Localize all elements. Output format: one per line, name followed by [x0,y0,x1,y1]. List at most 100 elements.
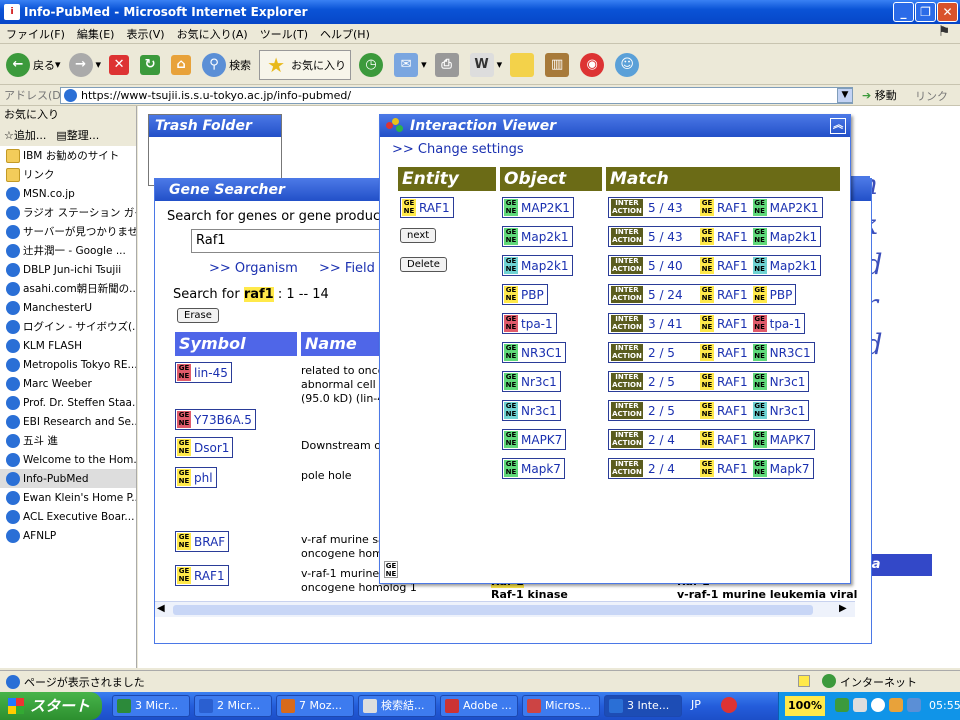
taskbar-task[interactable]: Adobe ... [440,695,518,717]
language-indicator[interactable]: JP [691,698,701,711]
menu-help[interactable]: ヘルプ(H) [314,26,376,42]
erase-button[interactable]: Erase [177,308,219,323]
messenger-button[interactable]: ◉ [580,52,607,77]
refresh-button[interactable]: ↻ [140,54,163,75]
note-button[interactable] [510,52,537,77]
favorite-item[interactable]: 辻井潤一 - Google ... [0,241,136,260]
forward-button[interactable]: → ▾ [68,52,101,77]
tray-icon[interactable] [871,698,885,712]
home-button[interactable]: ⌂ [171,54,194,75]
favorite-item[interactable]: Prof. Dr. Steffen Staa... [0,393,136,412]
scroll-right-icon[interactable]: ▶ [839,603,847,614]
favorite-item[interactable]: リンク [0,165,136,184]
back-button[interactable]: ← 戻る ▾ [6,52,61,77]
favorite-item[interactable]: DBLP Jun-ichi Tsujii [0,260,136,279]
close-button[interactable]: ✕ [937,2,958,22]
menu-edit[interactable]: 編集(E) [71,26,121,42]
gene-symbol-tag[interactable]: GE NE Y73B6A.5 [175,409,256,430]
tray-icon[interactable] [907,698,921,712]
favorite-item[interactable]: MSN.co.jp [0,184,136,203]
entity-gene-tag[interactable]: GE NE RAF1 [400,197,454,218]
address-input[interactable]: https://www-tsujii.is.s.u-tokyo.ac.jp/in… [60,87,853,104]
favorite-item[interactable]: Ewan Klein's Home P... [0,488,136,507]
ime-icon[interactable] [721,697,737,713]
object-gene-tag[interactable]: GE NE Map2k1 [502,255,573,276]
vertical-scrollbar[interactable] [834,145,848,555]
tray-icon[interactable] [889,698,903,712]
tray-icon[interactable] [835,698,849,712]
match-entry[interactable]: INTER ACTION 5 / 43 GE NE RAF1 GE NE MAP2K1 [608,197,823,218]
address-dropdown-icon[interactable]: ▼ [837,88,853,103]
gene-search-input[interactable]: Raf1 [191,229,391,253]
links-button[interactable]: リンク [915,88,948,104]
menu-file[interactable]: ファイル(F) [0,26,71,42]
minimize-button[interactable]: _ [893,2,914,22]
horizontal-scrollbar[interactable]: ◀ ▶ [155,601,855,617]
taskbar-task[interactable]: 2 Micr... [194,695,272,717]
taskbar-task[interactable]: Micros... [522,695,600,717]
organism-link[interactable]: >> Organism [209,261,298,276]
menu-favorites[interactable]: お気に入り(A) [171,26,254,42]
favorite-item[interactable]: 五斗 進 [0,431,136,450]
people-button[interactable]: ☺ [615,52,642,77]
favorite-item[interactable]: Metropolis Tokyo RE... [0,355,136,374]
favorites-add-button[interactable]: ☆追加... [4,127,46,143]
favorite-item[interactable]: ログイン - サイボウズ(... [0,317,136,336]
match-entry[interactable]: INTER ACTION 3 / 41 GE NE RAF1 GE NE tpa-1 [608,313,806,334]
match-entry[interactable]: INTER ACTION 2 / 4 GE NE RAF1 GE NE MAPK7 [608,429,815,450]
match-entry[interactable]: INTER ACTION 5 / 24 GE NE RAF1 GE NE PBP [608,284,797,305]
gene-symbol-tag[interactable]: GE NE BRAF [175,531,230,552]
favorite-item[interactable]: Info-PubMed [0,469,136,488]
tray-icon[interactable] [853,698,867,712]
match-entry[interactable]: INTER ACTION 2 / 4 GE NE RAF1 GE NE Mapk7 [608,458,814,479]
favorites-button[interactable]: ★ お気に入り [259,49,352,80]
object-gene-tag[interactable]: GE NE MAPK7 [502,429,567,450]
zoom-indicator[interactable]: 100% [785,696,825,716]
object-gene-tag[interactable]: GE NE MAP2K1 [502,197,574,218]
go-button[interactable]: ➔ 移動 [862,87,897,103]
gene-symbol-tag[interactable]: GE NE lin-45 [175,362,232,383]
taskbar-task[interactable]: 3 Micr... [112,695,190,717]
object-gene-tag[interactable]: GE NE tpa-1 [502,313,557,334]
favorite-item[interactable]: asahi.com朝日新聞の... [0,279,136,298]
match-entry[interactable]: INTER ACTION 5 / 40 GE NE RAF1 GE NE Map2k1 [608,255,822,276]
object-gene-tag[interactable]: GE NE Map2k1 [502,226,573,247]
favorite-item[interactable]: ManchesterU [0,298,136,317]
object-gene-tag[interactable]: GE NE Nr3c1 [502,400,561,421]
taskbar-task[interactable]: 7 Moz... [276,695,354,717]
maximize-button[interactable]: ❐ [915,2,936,22]
favorite-item[interactable]: Marc Weeber [0,374,136,393]
match-entry[interactable]: INTER ACTION 2 / 5 GE NE RAF1 GE NE Nr3c1 [608,371,810,392]
clock[interactable]: 05:55 [929,699,960,712]
taskbar-task[interactable]: 検索結... [358,695,436,717]
delete-button[interactable]: Delete [400,257,447,272]
edit-button[interactable]: W ▾ [469,52,502,77]
stop-button[interactable]: ✕ [109,54,132,75]
match-entry[interactable]: INTER ACTION 5 / 43 GE NE RAF1 GE NE Map2k1 [608,226,822,247]
menu-view[interactable]: 表示(V) [120,26,170,42]
print-button[interactable]: ⎙ [434,52,462,77]
history-button[interactable]: ◷ [359,52,386,77]
favorite-item[interactable]: KLM FLASH [0,336,136,355]
object-gene-tag[interactable]: GE NE NR3C1 [502,342,566,363]
mail-button[interactable]: ✉ ▾ [394,52,427,77]
scroll-thumb[interactable] [173,605,813,615]
favorite-item[interactable]: Welcome to the Hom... [0,450,136,469]
change-settings-link[interactable]: >> Change settings [392,142,524,157]
taskbar-task[interactable]: 3 Inte... [604,695,682,717]
next-button[interactable]: next [400,228,437,243]
gene-symbol-tag[interactable]: GE NE RAF1 [175,565,229,586]
favorite-item[interactable]: ラジオ ステーション ガイ... [0,203,136,222]
field-link[interactable]: >> Field [319,261,375,276]
start-button[interactable]: スタート [0,692,102,720]
favorites-organize-button[interactable]: ▤整理... [56,127,99,143]
gene-symbol-tag[interactable]: GE NE phl [175,467,217,488]
research-button[interactable]: ▥ [545,52,572,77]
match-entry[interactable]: INTER ACTION 2 / 5 GE NE RAF1 GE NE Nr3c1 [608,400,810,421]
object-gene-tag[interactable]: GE NE PBP [502,284,548,305]
match-entry[interactable]: INTER ACTION 2 / 5 GE NE RAF1 GE NE NR3C1 [608,342,815,363]
favorite-item[interactable]: ACL Executive Boar... [0,507,136,526]
favorite-item[interactable]: IBM お勧めのサイト [0,146,136,165]
favorite-item[interactable]: サーバーが見つかりませ... [0,222,136,241]
search-button[interactable]: ⚲ 検索 [202,52,251,77]
